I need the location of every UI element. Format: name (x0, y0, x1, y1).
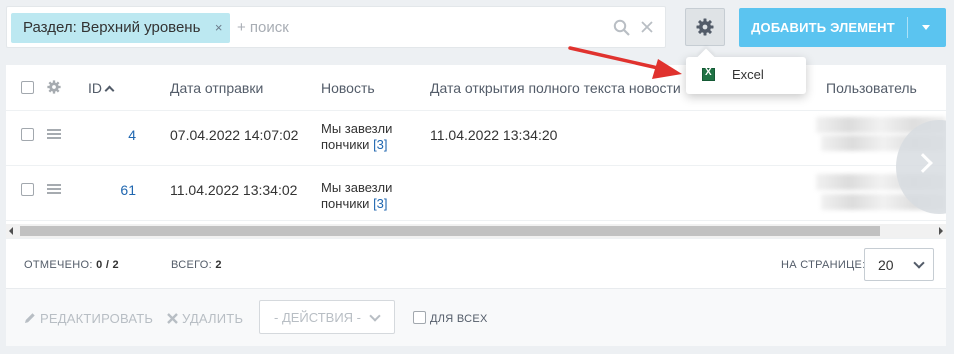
menu-item-excel-label: Excel (732, 67, 764, 82)
for-all-checkbox[interactable] (413, 311, 426, 324)
checked-count: ОТМЕЧЕНО: 0 / 2 (24, 259, 119, 271)
row-checkbox[interactable] (21, 183, 34, 196)
row-actions-menu-icon[interactable] (47, 129, 61, 141)
column-header-user[interactable]: Пользователь (826, 79, 917, 97)
row-sent-date: 07.04.2022 14:07:02 (170, 127, 299, 143)
menu-item-excel[interactable]: Excel (686, 57, 806, 94)
add-menu-caret-icon[interactable] (922, 25, 930, 30)
sort-asc-icon (104, 85, 115, 96)
total-count: ВСЕГО: 2 (171, 259, 222, 271)
select-all-checkbox[interactable] (21, 81, 34, 94)
checked-value: 0 / 2 (96, 259, 119, 271)
close-icon (167, 313, 178, 324)
add-element-button[interactable]: ДОБАВИТЬ ЭЛЕМЕНТ (739, 8, 946, 47)
filter-tag-remove-icon[interactable]: × (215, 13, 223, 43)
filter-tag[interactable]: Раздел: Верхний уровень × (11, 13, 231, 43)
delete-button[interactable]: УДАЛИТЬ (167, 311, 243, 326)
row-id-link[interactable]: 4 (96, 126, 136, 144)
edit-button[interactable]: РЕДАКТИРОВАТЬ (24, 311, 153, 326)
column-header-id-label: ID (88, 80, 102, 96)
total-value: 2 (215, 259, 222, 271)
filter-search-box[interactable]: Раздел: Верхний уровень × + поиск (6, 6, 666, 48)
row-sent-date: 11.04.2022 13:34:02 (170, 182, 298, 198)
scroll-right-arrow-icon[interactable] (939, 227, 943, 235)
table-row[interactable]: 4 07.04.2022 14:07:02 Мы завезли пончики… (6, 111, 946, 166)
chevron-down-icon (913, 257, 925, 269)
row-id-link[interactable]: 61 (96, 181, 136, 199)
actions-select[interactable]: - ДЕЙСТВИЯ - (259, 300, 395, 334)
table-row[interactable]: 61 11.04.2022 13:34:02 Мы завезли пончик… (6, 166, 946, 221)
horizontal-scrollbar[interactable] (6, 224, 946, 238)
column-settings-gear-icon[interactable] (47, 80, 61, 94)
search-input[interactable]: + поиск (237, 7, 289, 49)
total-label: ВСЕГО: (171, 259, 213, 271)
actions-select-value: - ДЕЙСТВИЯ - (274, 310, 362, 325)
column-header-news[interactable]: Новость (321, 79, 375, 97)
per-page-label: НА СТРАНИЦЕ: (781, 259, 866, 271)
column-header-opened-date[interactable]: Дата открытия полного текста новости (430, 79, 681, 97)
checked-label: ОТМЕЧЕНО: (24, 259, 93, 271)
per-page-value: 20 (878, 257, 894, 273)
excel-icon (702, 67, 715, 81)
edit-label: РЕДАКТИРОВАТЬ (40, 311, 154, 326)
scroll-left-arrow-icon[interactable] (9, 227, 13, 235)
row-news: Мы завезли пончики [3] (321, 180, 411, 212)
add-button-divider (907, 17, 908, 38)
row-news-count-link[interactable]: [3] (373, 196, 387, 211)
row-checkbox[interactable] (21, 128, 34, 141)
filter-tag-label: Раздел: Верхний уровень (23, 19, 201, 36)
add-element-label: ДОБАВИТЬ ЭЛЕМЕНТ (751, 20, 895, 35)
grid-footer: ОТМЕЧЕНО: 0 / 2 ВСЕГО: 2 НА СТРАНИЦЕ: 20 (6, 238, 946, 288)
for-all-label: ДЛЯ ВСЕХ (430, 313, 488, 325)
row-news: Мы завезли пончики [3] (321, 121, 411, 153)
column-header-id[interactable]: ID (88, 79, 115, 97)
row-actions-menu-icon[interactable] (47, 184, 61, 196)
row-opened-date: 11.04.2022 13:34:20 (430, 127, 558, 143)
scrollbar-thumb[interactable] (20, 226, 880, 236)
settings-button[interactable] (685, 8, 725, 46)
search-icon[interactable] (613, 19, 631, 37)
chevron-right-icon (913, 153, 933, 173)
gear-icon (696, 18, 714, 36)
clear-search-icon[interactable] (639, 19, 655, 35)
settings-popup-menu: Excel (686, 57, 806, 94)
chevron-down-icon (369, 310, 381, 322)
pencil-icon (25, 313, 35, 323)
action-panel: РЕДАКТИРОВАТЬ УДАЛИТЬ - ДЕЙСТВИЯ - ДЛЯ В… (6, 288, 946, 346)
per-page-select[interactable]: 20 (864, 248, 934, 281)
column-header-sent-date[interactable]: Дата отправки (170, 79, 263, 97)
delete-label: УДАЛИТЬ (182, 311, 244, 326)
row-news-count-link[interactable]: [3] (373, 137, 387, 152)
